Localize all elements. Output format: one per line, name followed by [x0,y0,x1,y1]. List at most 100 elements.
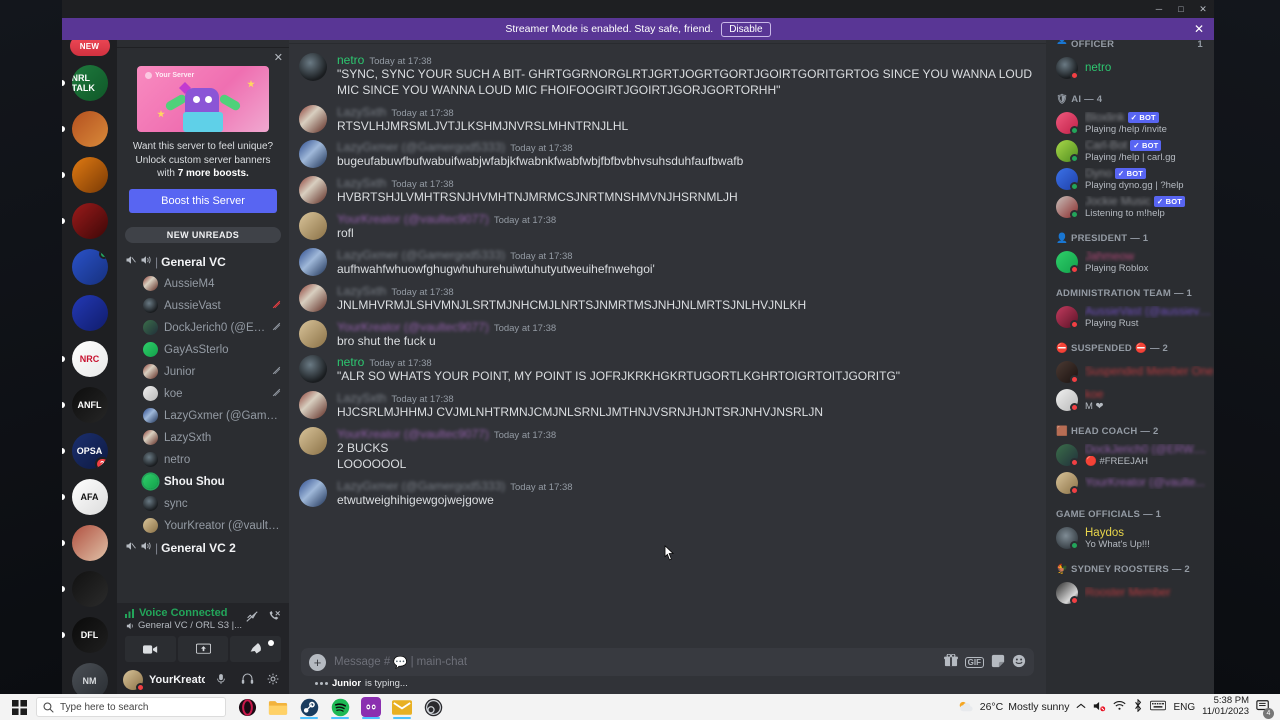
gear-icon[interactable] [263,673,283,688]
screen-share-button[interactable] [177,636,229,662]
member-row[interactable]: Rooster Member [1056,579,1214,607]
language-indicator[interactable]: ENG [1173,702,1195,713]
message-author[interactable]: LazySxth [337,391,386,405]
message[interactable]: LazySxth Today at 17:38 JNLMHVRMJLSHVMNJLS… [289,281,1046,317]
taskbar-app-discord[interactable] [356,695,386,719]
maximize-button[interactable]: □ [1170,0,1192,18]
server-icon-anfl[interactable]: ANFL [62,382,117,428]
message-author[interactable]: LazySxth [337,176,386,190]
message[interactable]: LazyGxmer (@Gamergod5333) Today at 17:38 e… [289,476,1046,512]
gif-button[interactable]: GIF [964,656,984,668]
server-icon-server-red-emblem[interactable] [62,198,117,244]
voice-member[interactable]: YourKreator (@vaultec9... [117,515,289,537]
call-end-icon[interactable] [267,610,281,627]
voice-member[interactable]: sync [117,493,289,515]
minimize-button[interactable]: ─ [1148,0,1170,18]
close-button[interactable]: ✕ [1192,0,1214,18]
taskbar-app-obs-studio[interactable] [418,695,448,719]
avatar[interactable] [299,478,327,507]
message[interactable]: LazyGxmer (@Gamergod5333) Today at 17:38 b… [289,137,1046,173]
server-icon-server-orange-photo[interactable] [62,106,117,152]
message-author[interactable]: YourKreator (@vaultec9077) [337,212,489,226]
message[interactable]: netro Today at 17:38 "ALR SO WHATS YOUR PO… [289,352,1046,388]
voice-channel-general-vc[interactable]: | General VC [117,251,289,273]
taskbar-app-file-explorer[interactable] [263,695,293,719]
member-row[interactable]: DockJerich0 (@ERW.... 🔴 #FREEJAH [1056,441,1214,469]
taskbar-app-mail[interactable] [387,695,417,719]
avatar[interactable] [299,247,327,276]
notification-center-button[interactable]: 4 [1256,699,1274,719]
boost-this-server-button[interactable]: Boost this Server [129,188,277,213]
voice-member[interactable]: Junior [117,361,289,383]
member-row[interactable]: Suspended Member One [1056,358,1214,386]
voice-member[interactable]: LazyGxmer (@Gamergo... [117,405,289,427]
message[interactable]: YourKreator (@vaultec9077) Today at 17:38… [289,209,1046,245]
server-icon-nrl-talk[interactable]: NRL TALK [62,60,117,106]
message[interactable]: netro Today at 17:38 "SYNC, SYNC YOUR SUCH… [289,50,1046,102]
voice-member[interactable]: AussieM4 [117,273,289,295]
microphone-icon[interactable] [211,673,231,688]
activity-button[interactable] [230,636,282,662]
bluetooth-icon[interactable] [1133,698,1143,715]
member-row[interactable]: YourKreator (@vaulte... [1056,469,1214,497]
taskbar-app-opera-gx[interactable] [232,695,262,719]
member-row[interactable]: netro [1056,54,1214,82]
message-author[interactable]: netro [337,355,364,369]
message-author[interactable]: YourKreator (@vaultec9077) [337,320,489,334]
gift-icon[interactable] [943,653,958,670]
avatar[interactable] [123,670,145,692]
voice-member[interactable]: LazySxth [117,427,289,449]
server-icon-opsa[interactable]: OPSA 2 [62,428,117,474]
avatar[interactable] [299,212,327,241]
member-row[interactable]: Jockie Music ✓ BOT Listening to m!help [1056,193,1214,221]
weather-widget[interactable]: 26°C Mostly sunny [958,700,1069,714]
message[interactable]: YourKreator (@vaultec9077) Today at 17:38… [289,424,1046,476]
message-author[interactable]: LazyGxmer (@Gamergod5333) [337,479,505,493]
taskbar-search-box[interactable]: Type here to search [36,697,226,717]
server-icon-server-photo-red[interactable] [62,520,117,566]
current-username[interactable]: YourKreator [149,674,205,686]
avatar[interactable] [299,355,327,384]
voice-member[interactable]: Shou Shou [117,471,289,493]
voice-member[interactable]: DockJerich0 (@ER... [117,317,289,339]
chevron-up-icon[interactable] [1076,702,1086,713]
clock[interactable]: 5:38 PM 11/01/2023 [1202,695,1249,718]
server-icon-afa[interactable]: AFA [62,474,117,520]
close-icon[interactable]: ✕ [274,53,283,64]
voice-channel-general-vc-2[interactable]: | General VC 2 [117,537,289,559]
noise-suppression-icon[interactable] [245,610,259,627]
emoji-icon[interactable] [1012,654,1026,671]
server-icon-nrc[interactable]: NRC [62,336,117,382]
member-row[interactable]: Dyno ✓ BOT Playing dyno.gg | ?help [1056,165,1214,193]
start-button[interactable] [4,699,34,715]
message-author[interactable]: LazyGxmer (@Gamergod5333) [337,248,505,262]
attach-button[interactable]: + [309,653,326,671]
member-list[interactable]: 👤CHIEF EXECUTIVE OFFICER— 1netro🛡AI— 4Bl… [1046,18,1214,694]
message-author[interactable]: netro [337,53,364,67]
message-input[interactable]: Message # 💬 | main-chat [334,655,936,669]
avatar[interactable] [299,283,327,312]
member-row[interactable]: Haydos Yo What's Up!!! [1056,524,1214,552]
member-row[interactable]: Carl-Bot ✓ BOT Playing /help | carl.gg [1056,137,1214,165]
sticker-icon[interactable] [991,654,1005,671]
message[interactable]: LazySxth Today at 17:38 HJCSRLMJHHMJ CVJML… [289,388,1046,424]
member-row[interactable]: koe M ❤ [1056,386,1214,414]
voice-member[interactable]: GayAsSterlo [117,339,289,361]
server-icon-dfl[interactable]: DFL [62,612,117,658]
message[interactable]: LazyGxmer (@Gamergod5333) Today at 17:38 a… [289,245,1046,281]
message-composer[interactable]: + Message # 💬 | main-chat GIF [301,648,1034,676]
streamer-mode-disable-button[interactable]: Disable [721,21,771,37]
avatar[interactable] [299,104,327,133]
message-author[interactable]: LazyGxmer (@Gamergod5333) [337,140,505,154]
voice-member[interactable]: AussieVast [117,295,289,317]
avatar[interactable] [299,176,327,205]
new-unreads-banner[interactable]: NEW UNREADS [125,226,281,243]
avatar[interactable] [299,53,327,81]
avatar[interactable] [299,391,327,420]
avatar[interactable] [299,319,327,348]
headphones-icon[interactable] [237,672,257,688]
member-row[interactable]: Bloxlink ✓ BOT Playing /help /invite [1056,109,1214,137]
member-row[interactable]: AussieVast (@aussievast) Playing Rust [1056,303,1214,331]
taskbar-app-spotify[interactable] [325,695,355,719]
streamer-banner-close-icon[interactable]: ✕ [1194,22,1204,36]
